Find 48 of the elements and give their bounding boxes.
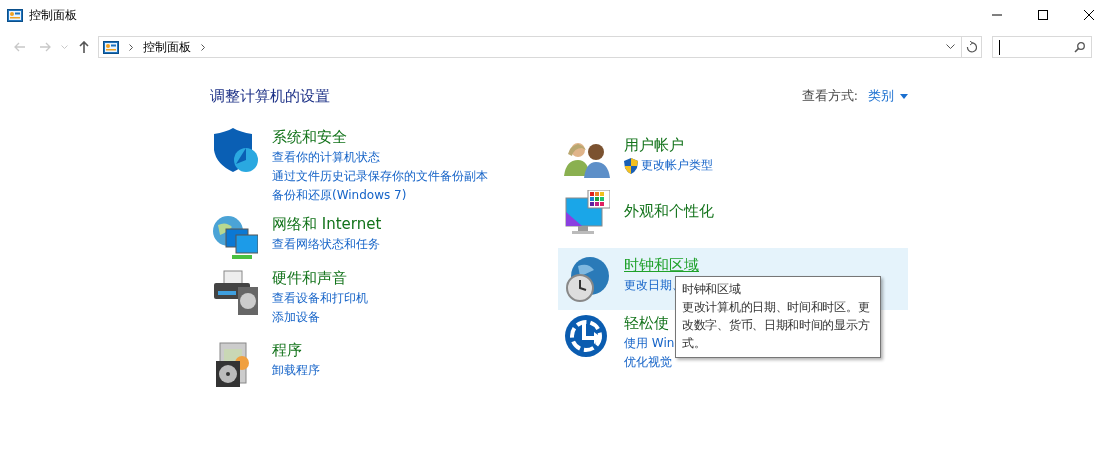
refresh-button[interactable] <box>962 36 982 58</box>
category-link[interactable]: 轻松使 <box>624 312 675 334</box>
uac-shield-icon <box>624 157 638 174</box>
globe-monitors-icon <box>212 215 258 261</box>
printer-speaker-icon <box>212 269 258 315</box>
refresh-icon <box>966 41 977 53</box>
control-panel-icon <box>7 8 23 22</box>
task-link[interactable]: 使用 Win <box>624 334 675 353</box>
breadcrumb[interactable]: 控制面板 <box>143 38 191 56</box>
task-link[interactable]: 通过文件历史记录保存你的文件备份副本 <box>272 167 488 186</box>
category-link[interactable]: 程序 <box>272 339 320 361</box>
task-link[interactable]: 查看你的计算机状态 <box>272 148 380 167</box>
task-link[interactable]: 卸载程序 <box>272 361 320 380</box>
search-icon <box>1074 41 1085 53</box>
chevron-right-icon <box>129 43 133 51</box>
up-arrow-icon <box>78 41 89 53</box>
task-link[interactable]: 添加设备 <box>272 308 320 327</box>
search-field[interactable] <box>992 36 1092 58</box>
view-by-label: 查看方式: <box>801 87 858 105</box>
maximize-icon <box>1038 10 1048 20</box>
monitor-palette-icon <box>564 190 610 236</box>
address-bar[interactable]: 控制面板 <box>98 36 962 58</box>
page-heading: 调整计算机的设置 <box>210 86 330 106</box>
task-link[interactable]: 优化视觉 <box>624 353 672 372</box>
forward-arrow-icon <box>38 42 51 52</box>
category-link[interactable]: 硬件和声音 <box>272 267 368 289</box>
category-link[interactable]: 网络和 Internet <box>272 213 382 235</box>
view-by-dropdown[interactable]: 类别 <box>868 87 908 105</box>
task-link[interactable]: 查看设备和打印机 <box>272 289 368 308</box>
category-link[interactable]: 系统和安全 <box>272 126 488 148</box>
shield-icon <box>212 128 258 174</box>
task-link[interactable]: 备份和还原(Windows 7) <box>272 186 407 205</box>
caret-icon <box>900 93 908 99</box>
chevron-down-icon <box>60 44 68 50</box>
back-arrow-icon <box>13 42 26 52</box>
close-icon <box>1084 10 1094 20</box>
window-title: 控制面板 <box>29 6 77 24</box>
category-link[interactable]: 外观和个性化 <box>624 200 714 222</box>
clock-globe-icon <box>564 256 610 302</box>
chevron-right-icon <box>201 43 205 51</box>
tooltip-text: 更改计算机的日期、时间和时区。更改数字、货币、日期和时间的显示方式。 <box>682 299 871 352</box>
task-link[interactable]: 查看网络状态和任务 <box>272 235 380 254</box>
chevron-down-icon <box>946 44 955 50</box>
control-panel-icon <box>103 40 119 54</box>
task-link[interactable]: 更改帐户类型 <box>641 156 713 175</box>
category-link[interactable]: 用户帐户 <box>624 134 713 156</box>
category-link[interactable]: 时钟和区域 <box>624 254 699 276</box>
tooltip-title: 时钟和区域 <box>682 281 742 298</box>
